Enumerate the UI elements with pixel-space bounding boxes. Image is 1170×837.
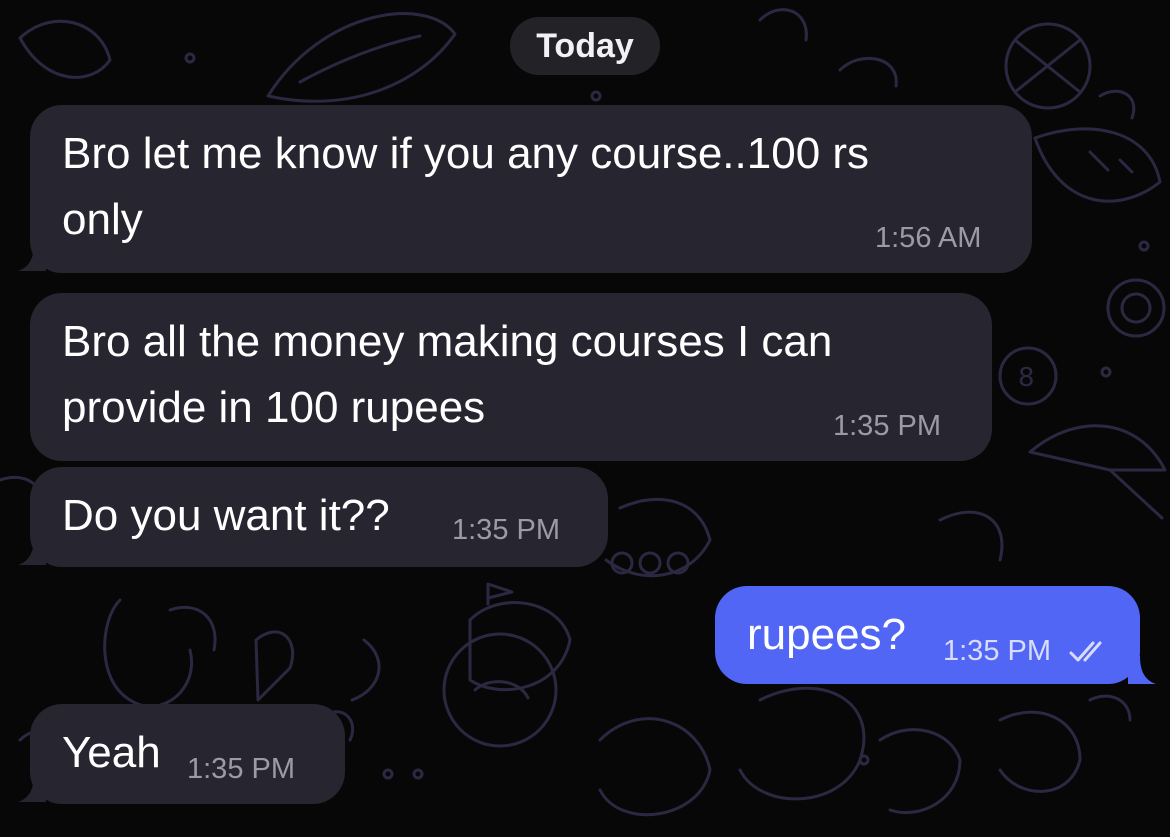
double-check-icon: [1069, 641, 1102, 662]
message-line: only: [62, 195, 143, 244]
message-line: Yeah: [62, 728, 161, 777]
message-line: Bro all the money making courses I can: [62, 317, 833, 366]
message-bubble-1[interactable]: Bro let me know if you any course..100 r…: [30, 105, 1032, 273]
message-time: 1:35 PM: [187, 753, 295, 785]
message-bubble-4[interactable]: rupees? 1:35 PM: [715, 586, 1140, 684]
svg-text:8: 8: [1018, 363, 1035, 393]
message-line: provide in 100 rupees: [62, 383, 486, 432]
message-line: Bro let me know if you any course..100 r…: [62, 129, 870, 178]
message-line: rupees?: [747, 610, 907, 659]
date-divider: Today: [510, 17, 660, 75]
message-line: Do you want it??: [62, 491, 390, 540]
message-time: 1:35 PM: [943, 635, 1051, 667]
message-time: 1:35 PM: [452, 514, 560, 546]
message-bubble-2[interactable]: Bro all the money making courses I can p…: [30, 293, 992, 461]
message-bubble-3[interactable]: Do you want it?? 1:35 PM: [30, 467, 608, 567]
message-bubble-5[interactable]: Yeah 1:35 PM: [30, 704, 345, 804]
message-time: 1:56 AM: [875, 222, 982, 254]
message-text: Bro all the money making courses I can p…: [62, 309, 832, 441]
message-text: Bro let me know if you any course..100 r…: [62, 121, 869, 253]
message-time: 1:35 PM: [833, 410, 941, 442]
